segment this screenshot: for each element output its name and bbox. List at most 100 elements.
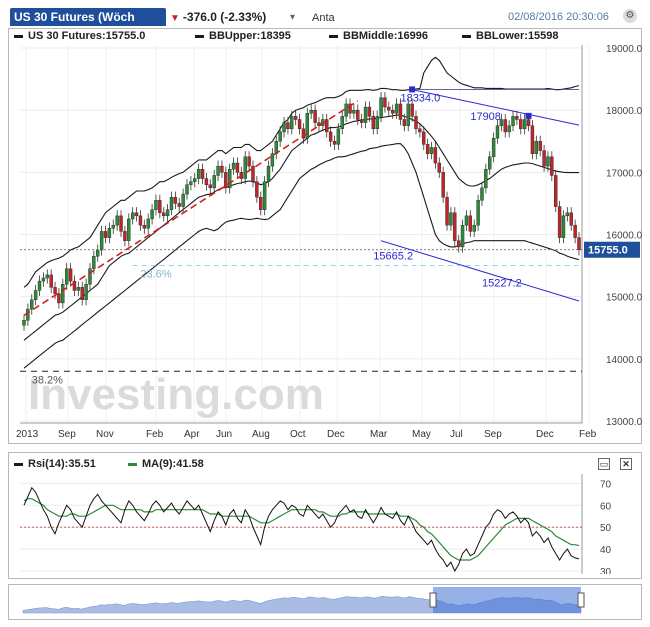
settings-icon[interactable]: ⚙ <box>623 9 637 23</box>
candle-body <box>251 165 255 182</box>
legend-swatch <box>14 34 23 38</box>
candle-body <box>441 172 445 198</box>
bb-line-bbmiddle <box>23 114 579 341</box>
legend-ma-label: MA(9):41.58 <box>142 458 204 470</box>
search-input[interactable] <box>310 9 454 27</box>
candle-body <box>414 116 418 130</box>
candle-body <box>340 116 344 130</box>
candle-body <box>460 224 465 248</box>
candle-body <box>53 287 57 294</box>
candle-body <box>309 109 313 114</box>
candle-body <box>538 141 542 151</box>
candle-body <box>177 203 181 207</box>
candle-body <box>169 196 174 210</box>
annotation-label: 23.6% <box>140 269 171 281</box>
annotation-label: 38.2% <box>32 374 63 386</box>
last-price-label: 15755.0 <box>588 245 628 257</box>
candle-body <box>216 165 220 176</box>
x-tick-label: Dec <box>536 429 554 440</box>
legend-bblower: BBLower:15598 <box>462 30 559 42</box>
candle-body <box>224 172 228 189</box>
candle-body <box>76 287 81 291</box>
price-change-value: -376.0 (-2.33%) <box>182 10 267 24</box>
candle-body <box>410 103 414 117</box>
candle-body <box>542 150 546 167</box>
candle-body <box>356 109 360 120</box>
price-chart[interactable]: 19000.0 18000.0 17000.0 16000.0 15000.0 14000… <box>14 45 642 441</box>
y-tick-label: 16000.0 <box>606 231 642 242</box>
candle-body <box>379 97 383 117</box>
candle-body <box>286 122 290 130</box>
y-tick-label: 50 <box>600 523 612 534</box>
candle-body <box>573 224 577 238</box>
candle-body <box>127 218 131 241</box>
legend-bbupper: BBUpper:18395 <box>195 30 291 42</box>
candle-body <box>480 187 484 201</box>
candle-body <box>173 196 178 204</box>
navigator-handle-left <box>429 592 437 608</box>
candle-body <box>220 165 224 173</box>
candle-body <box>150 209 154 220</box>
bb-line-bblower <box>23 143 580 369</box>
y-tick-label: 13000.0 <box>606 417 642 428</box>
candle-body <box>80 287 84 300</box>
candle-body <box>278 131 282 142</box>
candle-body <box>530 125 535 154</box>
candle-body <box>33 290 38 300</box>
candle-body <box>115 215 119 226</box>
candle-body <box>468 215 473 232</box>
candle-body <box>429 147 434 154</box>
y-tick-label: 15000.0 <box>606 293 642 304</box>
x-tick-label: Apr <box>184 429 200 440</box>
candle-body <box>208 184 212 189</box>
navigator[interactable] <box>9 585 639 617</box>
candle-body <box>328 131 333 142</box>
candle-body <box>495 125 500 139</box>
candle-body <box>402 119 407 126</box>
candle-body <box>107 228 112 238</box>
rsi-line <box>23 486 580 573</box>
restore-icon[interactable]: ▭ <box>598 458 610 470</box>
close-icon[interactable]: ✕ <box>620 458 632 470</box>
rsi-chart[interactable]: 70 60 50 40 30 <box>14 474 642 574</box>
candle-body <box>313 109 317 123</box>
candle-body <box>270 153 275 167</box>
candle-body <box>189 181 193 185</box>
candle-body <box>557 206 562 238</box>
candle-body <box>476 200 480 226</box>
candle-body <box>406 103 410 126</box>
candle-body <box>103 231 108 238</box>
candle-body <box>554 175 558 207</box>
candle-body <box>165 209 170 217</box>
candle-body <box>422 131 426 145</box>
instrument-title[interactable]: US 30 Futures (Wöch <box>10 8 166 26</box>
legend-swatch <box>329 34 338 38</box>
candle-body <box>488 156 492 170</box>
candle-body <box>336 128 341 145</box>
candle-body <box>484 169 488 189</box>
candle-body <box>119 215 123 232</box>
candle-body <box>204 178 209 185</box>
candle-body <box>363 106 368 123</box>
candle-body <box>546 156 550 167</box>
candle-body <box>511 116 515 126</box>
candle-body <box>266 165 271 182</box>
candle-body <box>332 141 337 145</box>
candle-body <box>92 256 96 269</box>
legend-price-label: US 30 Futures:15755.0 <box>28 30 146 42</box>
candle-body <box>212 175 216 189</box>
y-tick-label: 17000.0 <box>606 168 642 179</box>
price-change: ▼ -376.0 (-2.33%) <box>170 8 266 26</box>
candle-body <box>227 169 232 189</box>
candle-body <box>255 181 259 198</box>
legend-bbmiddle: BBMiddle:16996 <box>329 30 428 42</box>
candle-body <box>565 212 570 217</box>
chevron-down-icon[interactable]: ▾ <box>290 12 302 24</box>
navigator-handle-right <box>577 592 585 608</box>
uptrend-line <box>23 100 359 316</box>
watermark-logo: Investing.com <box>28 370 324 419</box>
x-tick-label: Mar <box>370 429 388 440</box>
x-tick-label: Dec <box>327 429 345 440</box>
candle-body <box>123 231 127 241</box>
annotation-label: 15665.2 <box>373 250 413 262</box>
